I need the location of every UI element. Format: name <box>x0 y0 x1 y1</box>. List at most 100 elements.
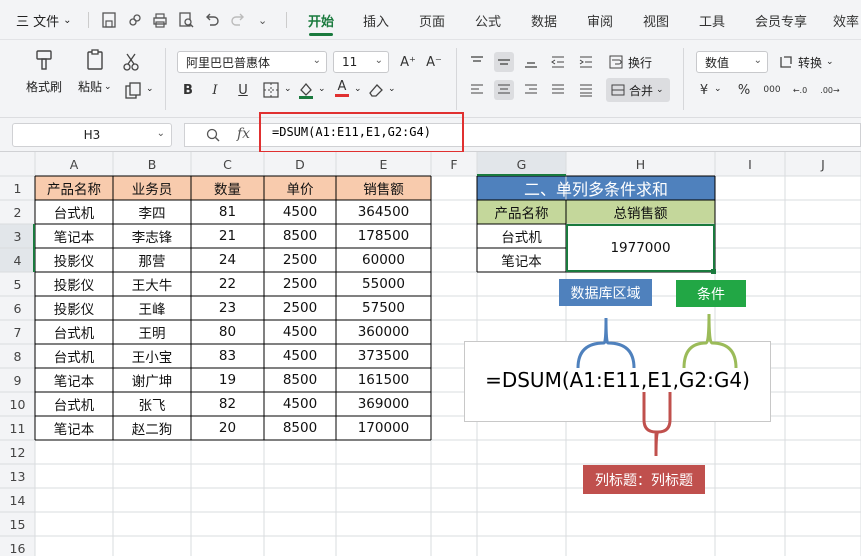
result-cell-h3[interactable]: 1977000 <box>566 224 715 272</box>
chevron-down-icon[interactable]: ⌄ <box>714 84 722 94</box>
row-header-16[interactable]: 16 <box>0 536 35 556</box>
table-data-cell[interactable]: 4500 <box>264 392 336 416</box>
row-header-7[interactable]: 7 <box>0 320 35 344</box>
paste-button[interactable]: 粘贴 ⌄ <box>78 48 112 95</box>
table-data-cell[interactable]: 60000 <box>336 248 431 272</box>
column-header-i[interactable]: I <box>715 152 785 176</box>
font-color-icon[interactable]: A <box>332 78 352 98</box>
chevron-down-icon[interactable]: ⌄ <box>284 84 292 94</box>
table-data-cell[interactable]: 81 <box>191 200 264 224</box>
column-header-b[interactable]: B <box>113 152 191 176</box>
distribute-icon[interactable] <box>576 80 596 100</box>
table-header-cell[interactable]: 销售额 <box>336 176 431 200</box>
bold-icon[interactable]: B <box>178 80 198 100</box>
table-data-cell[interactable]: 2500 <box>264 296 336 320</box>
tab-home[interactable]: 开始 <box>301 0 341 40</box>
print-preview-icon[interactable] <box>177 11 195 29</box>
tab-formula[interactable]: 公式 <box>468 0 508 40</box>
table-data-cell[interactable]: 4500 <box>264 344 336 368</box>
table-data-cell[interactable]: 8500 <box>264 368 336 392</box>
chevron-down-icon[interactable]: ⌄ <box>354 84 362 94</box>
currency-icon[interactable]: ¥ <box>694 80 714 100</box>
table-data-cell[interactable]: 李四 <box>113 200 191 224</box>
wrap-text-button[interactable]: 换行 <box>608 51 652 73</box>
table-data-cell[interactable]: 82 <box>191 392 264 416</box>
table-data-cell[interactable]: 王大牛 <box>113 272 191 296</box>
table-data-cell[interactable]: 20 <box>191 416 264 440</box>
table-data-cell[interactable]: 8500 <box>264 416 336 440</box>
align-center-icon[interactable] <box>494 80 514 100</box>
column-header-g[interactable]: G <box>477 152 566 176</box>
table-data-cell[interactable]: 台式机 <box>35 200 113 224</box>
column-header-e[interactable]: E <box>336 152 431 176</box>
cut-icon[interactable] <box>121 52 141 72</box>
table-data-cell[interactable]: 投影仪 <box>35 296 113 320</box>
table-data-cell[interactable]: 王峰 <box>113 296 191 320</box>
column-header-f[interactable]: F <box>431 152 477 176</box>
tab-efficiency[interactable]: 效率 <box>826 0 861 40</box>
table-data-cell[interactable]: 4500 <box>264 200 336 224</box>
table-data-cell[interactable]: 23 <box>191 296 264 320</box>
table-data-cell[interactable]: 台式机 <box>35 320 113 344</box>
percent-icon[interactable]: % <box>734 80 754 100</box>
table-data-cell[interactable]: 台式机 <box>35 344 113 368</box>
criteria-header-cell[interactable]: 总销售额 <box>566 200 715 224</box>
chevron-down-icon[interactable]: ⌄ <box>318 84 326 94</box>
table-data-cell[interactable]: 83 <box>191 344 264 368</box>
table-data-cell[interactable]: 22 <box>191 272 264 296</box>
table-data-cell[interactable]: 55000 <box>336 272 431 296</box>
convert-button[interactable]: 转换 ⌄ <box>778 51 834 73</box>
table-data-cell[interactable]: 台式机 <box>35 392 113 416</box>
table-data-cell[interactable]: 80 <box>191 320 264 344</box>
indent-increase-icon[interactable] <box>576 52 596 72</box>
table-data-cell[interactable]: 谢广坤 <box>113 368 191 392</box>
chevron-down-icon[interactable]: ⌄ <box>258 0 267 40</box>
row-header-5[interactable]: 5 <box>0 272 35 296</box>
table-data-cell[interactable]: 24 <box>191 248 264 272</box>
row-header-14[interactable]: 14 <box>0 488 35 512</box>
row-header-10[interactable]: 10 <box>0 392 35 416</box>
table-data-cell[interactable]: 57500 <box>336 296 431 320</box>
row-header-1[interactable]: 1 <box>0 176 35 200</box>
thousands-icon[interactable]: 000 <box>762 80 782 100</box>
row-header-15[interactable]: 15 <box>0 512 35 536</box>
link-icon[interactable] <box>126 11 144 29</box>
border-icon[interactable] <box>261 80 281 100</box>
zoom-icon[interactable] <box>206 128 220 142</box>
criteria-header-cell[interactable]: 产品名称 <box>477 200 566 224</box>
table-data-cell[interactable]: 178500 <box>336 224 431 248</box>
justify-icon[interactable] <box>548 80 568 100</box>
undo-icon[interactable] <box>203 11 221 29</box>
fx-icon[interactable]: fx <box>237 126 250 142</box>
table-data-cell[interactable]: 笔记本 <box>35 416 113 440</box>
number-format-select[interactable]: 数值 ⌄ <box>696 51 768 73</box>
format-painter-button[interactable]: 格式刷 <box>26 48 62 95</box>
print-icon[interactable] <box>151 11 169 29</box>
tab-data[interactable]: 数据 <box>524 0 564 40</box>
table-data-cell[interactable]: 投影仪 <box>35 272 113 296</box>
fill-color-icon[interactable] <box>296 80 316 100</box>
copy-icon[interactable] <box>123 81 143 101</box>
table-data-cell[interactable]: 2500 <box>264 272 336 296</box>
tab-review[interactable]: 审阅 <box>580 0 620 40</box>
table-data-cell[interactable]: 张飞 <box>113 392 191 416</box>
decimal-increase-icon[interactable]: ←.0 <box>790 80 810 100</box>
column-header-c[interactable]: C <box>191 152 264 176</box>
row-header-2[interactable]: 2 <box>0 200 35 224</box>
italic-icon[interactable]: I <box>205 80 225 100</box>
tab-tools[interactable]: 工具 <box>692 0 732 40</box>
table-data-cell[interactable]: 369000 <box>336 392 431 416</box>
row-header-6[interactable]: 6 <box>0 296 35 320</box>
tab-insert[interactable]: 插入 <box>356 0 396 40</box>
criteria-title-cell[interactable]: 二、单列多条件求和 <box>477 176 715 200</box>
table-data-cell[interactable]: 170000 <box>336 416 431 440</box>
align-top-icon[interactable] <box>467 52 487 72</box>
criteria-value-cell[interactable]: 笔记本 <box>477 248 566 272</box>
table-data-cell[interactable]: 21 <box>191 224 264 248</box>
name-box[interactable]: H3 ⌄ <box>12 123 172 147</box>
redo-icon[interactable] <box>229 11 247 29</box>
table-data-cell[interactable]: 373500 <box>336 344 431 368</box>
table-data-cell[interactable]: 笔记本 <box>35 224 113 248</box>
table-data-cell[interactable]: 364500 <box>336 200 431 224</box>
table-data-cell[interactable]: 4500 <box>264 320 336 344</box>
